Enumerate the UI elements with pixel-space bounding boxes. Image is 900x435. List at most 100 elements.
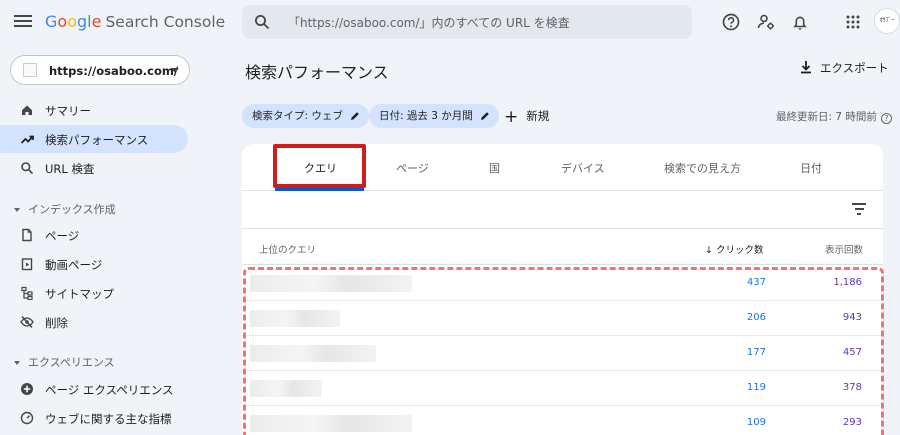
page-title: 検索パフォーマンス — [245, 63, 389, 82]
table-row[interactable]: 206 943 — [242, 301, 883, 336]
google-logo-letter: o — [57, 12, 68, 31]
sort-arrow-icon: ↓ — [705, 245, 713, 256]
blurred-query-text — [250, 275, 412, 292]
tab-dates[interactable]: 日付 — [800, 160, 822, 176]
tab-countries[interactable]: 国 — [489, 160, 500, 176]
blurred-query-text — [250, 380, 322, 397]
sidebar-item-url-inspection[interactable]: URL 検査 — [0, 154, 188, 182]
report-card: クエリ ページ 国 デバイス 検索での見え方 日付 上位のクエリ ↓ クリック数… — [242, 144, 883, 435]
sitemap-icon — [21, 286, 33, 300]
clicks-cell: 437 — [746, 277, 766, 288]
sidebar-item-sitemaps[interactable]: サイトマップ — [0, 279, 188, 307]
header-divider — [242, 264, 883, 265]
column-header-impressions[interactable]: 表示回数 — [825, 242, 863, 256]
last-updated-text: 最終更新日: 7 時間前 — [776, 111, 877, 123]
filter-chip-date[interactable]: 日付: 過去 3 か月間 — [369, 104, 499, 128]
add-filter-button[interactable]: + 新規 — [504, 107, 549, 127]
section-header-label: エクスペリエンス — [28, 356, 115, 369]
property-url: https://osaboo.com/ — [49, 64, 179, 78]
table-row[interactable]: 119 378 — [242, 371, 883, 406]
plus-icon: + — [504, 107, 519, 127]
sidebar-item-label: 削除 — [45, 316, 68, 330]
property-selector[interactable]: https://osaboo.com/ — [10, 55, 190, 85]
notifications-icon[interactable] — [790, 12, 810, 32]
sidebar-item-label: ウェブに関する主な指標 — [45, 412, 172, 426]
sidebar-item-label: サイトマップ — [45, 287, 114, 301]
add-filter-label: 新規 — [526, 109, 550, 123]
column-header-clicks[interactable]: ↓ クリック数 — [705, 242, 764, 256]
help-icon[interactable] — [721, 12, 741, 32]
section-header-label: インデックス作成 — [28, 203, 116, 216]
pages-icon — [22, 228, 32, 242]
edit-pencil-icon — [480, 112, 489, 120]
tab-search-appearance[interactable]: 検索での見え方 — [664, 160, 741, 176]
chip-label: 日付: 過去 3 か月間 — [379, 110, 473, 122]
product-name: Search Console — [105, 13, 226, 31]
page-experience-icon — [21, 383, 33, 395]
table-row[interactable]: 177 457 — [242, 336, 883, 371]
filter-rows-icon[interactable] — [852, 203, 866, 215]
collapse-arrow-icon — [14, 361, 20, 365]
filter-chip-search-type[interactable]: 検索タイプ: ウェブ — [242, 104, 369, 128]
sidebar-item-pages[interactable]: ページ — [0, 221, 188, 249]
divider — [242, 228, 883, 229]
sidebar-item-page-experience[interactable]: ページ エクスペリエンス — [0, 375, 188, 403]
google-logo-letter: o — [67, 12, 77, 31]
sidebar-item-core-web-vitals[interactable]: ウェブに関する主な指標 — [0, 404, 188, 432]
sidebar-item-summary[interactable]: サマリー — [0, 96, 188, 124]
property-favicon-icon — [23, 63, 37, 77]
collapse-arrow-icon — [14, 208, 20, 212]
clicks-cell: 177 — [746, 347, 766, 358]
search-console-logo[interactable]: Google Search Console — [45, 12, 225, 32]
sidebar-item-label: 動画ページ — [45, 258, 103, 272]
dimension-tabs: クエリ ページ 国 デバイス 検索での見え方 日付 — [242, 144, 883, 191]
sidebar-item-video-pages[interactable]: 動画ページ — [0, 250, 188, 278]
sidebar: https://osaboo.com/ サマリー 検索パフォーマンス URL 検… — [0, 44, 200, 435]
sidebar-item-label: サマリー — [45, 104, 91, 118]
url-inspection-search[interactable]: 「https://osaboo.com/」内のすべての URL を検査 — [242, 5, 692, 39]
blurred-query-text — [250, 415, 412, 432]
sidebar-item-label: 検索パフォーマンス — [45, 133, 149, 147]
impressions-cell: 378 — [842, 382, 862, 393]
removal-icon — [20, 315, 34, 329]
download-icon — [801, 61, 811, 74]
home-icon — [22, 105, 32, 115]
impressions-cell: 1,186 — [833, 277, 862, 288]
table-row[interactable]: 437 1,186 — [242, 266, 883, 301]
search-placeholder: 「https://osaboo.com/」内のすべての URL を検査 — [288, 16, 570, 30]
account-avatar[interactable]: ｵｻﾌﾞｰ — [874, 8, 900, 34]
table-row[interactable]: 109 293 — [242, 406, 883, 435]
last-updated: 最終更新日: 7 時間前? — [776, 109, 892, 124]
tab-devices[interactable]: デバイス — [561, 160, 605, 176]
impressions-cell: 457 — [842, 347, 862, 358]
blurred-query-text — [250, 310, 340, 327]
sidebar-item-label: URL 検査 — [45, 162, 95, 176]
section-header-indexing[interactable]: インデックス作成 — [14, 201, 116, 217]
blurred-query-text — [250, 345, 376, 362]
export-label: エクスポート — [820, 61, 889, 75]
apps-grid-icon[interactable] — [843, 12, 863, 32]
sidebar-item-removals[interactable]: 削除 — [0, 308, 188, 336]
google-logo-letter: g — [77, 12, 88, 31]
section-header-experience[interactable]: エクスペリエンス — [14, 354, 115, 370]
chip-label: 検索タイプ: ウェブ — [252, 110, 343, 122]
edit-pencil-icon — [350, 112, 359, 120]
web-vitals-icon — [20, 411, 34, 425]
tab-pages[interactable]: ページ — [396, 160, 429, 176]
help-icon[interactable]: ? — [880, 113, 892, 124]
export-button[interactable]: エクスポート — [800, 60, 889, 76]
tab-query[interactable]: クエリ — [304, 160, 337, 176]
active-tab-indicator — [275, 188, 364, 191]
google-logo-letter: e — [91, 12, 102, 31]
clicks-cell: 109 — [746, 417, 766, 428]
main-menu-icon[interactable] — [14, 13, 32, 31]
sidebar-item-label: ページ エクスペリエンス — [45, 383, 174, 397]
sidebar-item-performance[interactable]: 検索パフォーマンス — [0, 125, 188, 153]
trending-up-icon — [20, 135, 34, 144]
search-icon — [21, 162, 34, 175]
manage-users-icon[interactable] — [756, 12, 776, 32]
column-header-query: 上位のクエリ — [259, 245, 317, 256]
clicks-cell: 206 — [746, 312, 766, 323]
clicks-cell: 119 — [746, 382, 766, 393]
search-icon — [255, 15, 270, 30]
